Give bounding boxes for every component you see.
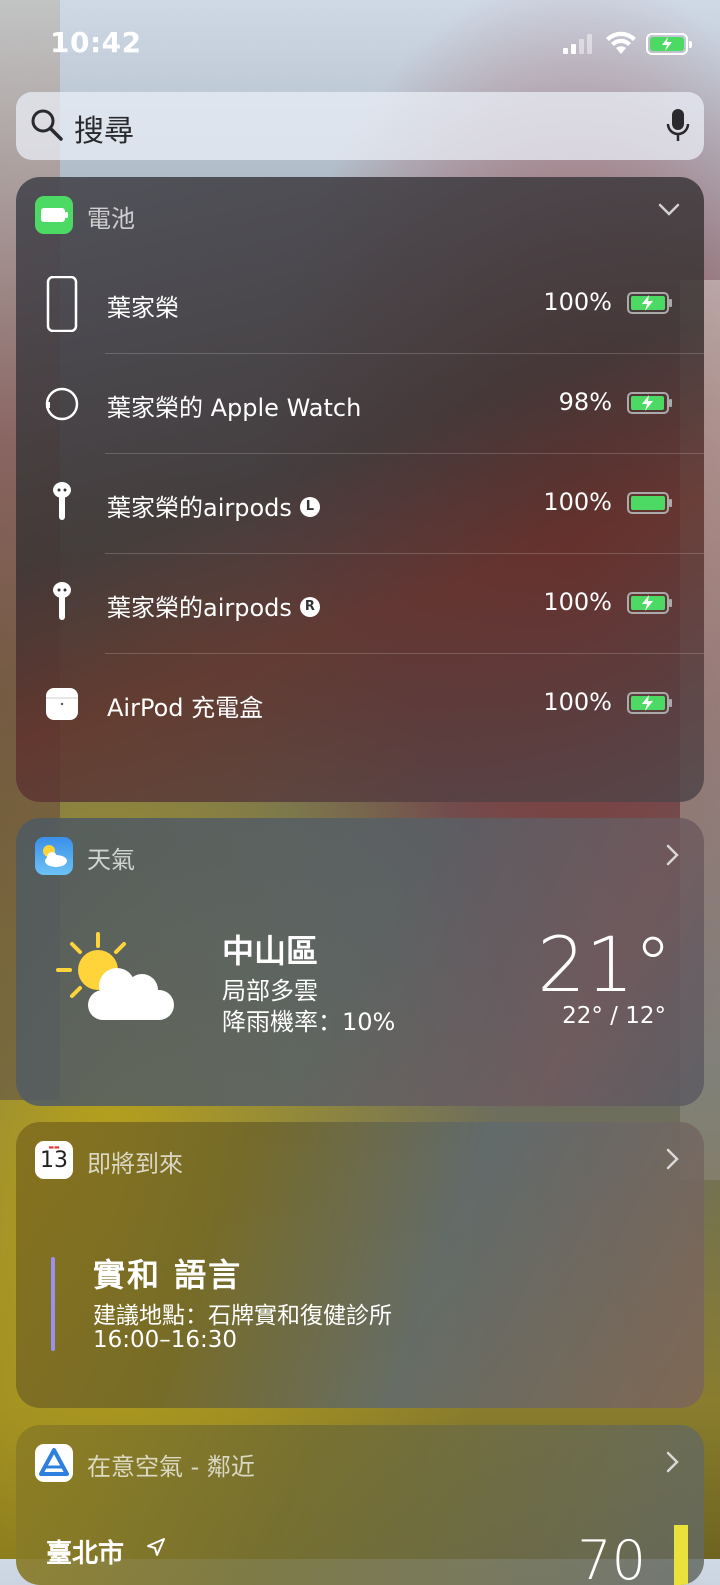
wifi-icon	[606, 31, 636, 54]
calendar-widget-header[interactable]: ▬▬ 13 即將到來	[16, 1122, 704, 1194]
device-name: 葉家榮的airpods L	[107, 488, 320, 523]
weather-widget[interactable]: 天氣 中山區 局部多雲 降雨機率：10% 21° 22° / 12°	[16, 818, 704, 1106]
search-icon	[31, 109, 63, 141]
device-name: AirPod 充電盒	[107, 694, 264, 722]
status-bar: 10:42	[0, 0, 720, 90]
weather-location: 中山區	[222, 932, 319, 970]
calendar-app-icon: ▬▬ 13	[35, 1141, 73, 1179]
battery-charging-icon	[627, 292, 672, 314]
battery-row: 葉家榮的 Apple Watch 98%	[16, 354, 704, 454]
air-app-icon	[35, 1444, 73, 1482]
chevron-down-icon[interactable]	[658, 203, 680, 217]
air-quality-widget[interactable]: 在意空氣 - 鄰近 臺北市 70	[16, 1425, 704, 1585]
status-time: 10:42	[50, 26, 142, 59]
right-badge: R	[299, 597, 320, 617]
airpod-left-icon	[53, 482, 71, 520]
battery-percent: 98%	[558, 388, 612, 416]
calendar-widget-title: 即將到來	[87, 1150, 183, 1178]
weather-widget-title: 天氣	[87, 846, 135, 874]
battery-charging-icon	[627, 392, 672, 414]
airpod-right-icon	[53, 582, 71, 620]
air-widget-title: 在意空氣 - 鄰近	[87, 1453, 255, 1481]
temperature-range: 22° / 12°	[562, 1003, 666, 1029]
rain-chance: 降雨機率：10%	[222, 1008, 396, 1036]
left-badge: L	[299, 497, 320, 517]
calendar-icon-day: 13	[40, 1148, 68, 1173]
device-name: 葉家榮	[107, 294, 179, 322]
microphone-icon[interactable]	[666, 108, 690, 144]
calendar-widget[interactable]: ▬▬ 13 即將到來 實和 語言 建議地點：石牌實和復健診所 16:00–16:…	[16, 1122, 704, 1408]
cellular-signal-icon	[563, 34, 595, 54]
chevron-right-icon[interactable]	[666, 1451, 680, 1473]
air-city: 臺北市	[46, 1539, 125, 1569]
event-time: 16:00–16:30	[93, 1327, 238, 1353]
battery-percent: 100%	[543, 288, 612, 316]
search-bar[interactable]: 搜尋	[16, 92, 704, 160]
battery-app-icon	[35, 196, 73, 234]
event-location: 建議地點：石牌實和復健診所	[93, 1303, 392, 1329]
battery-row: 葉家榮 100%	[16, 254, 704, 354]
apple-watch-icon	[45, 387, 79, 421]
airpod-case-icon	[46, 688, 78, 720]
battery-widget-header[interactable]: 電池	[16, 177, 704, 249]
air-widget-header[interactable]: 在意空氣 - 鄰近	[16, 1425, 704, 1497]
location-arrow-icon	[147, 1538, 165, 1556]
weather-condition: 局部多雲	[222, 977, 318, 1005]
battery-percent: 100%	[543, 588, 612, 616]
chevron-right-icon[interactable]	[666, 844, 680, 866]
battery-widget: 電池 葉家榮 100% 葉家榮的 Apple Watch 98% 葉家榮的air…	[16, 177, 704, 802]
battery-full-icon	[627, 492, 672, 514]
device-name: 葉家榮的 Apple Watch	[107, 394, 362, 422]
battery-charging-icon	[627, 692, 672, 714]
iphone-icon	[46, 276, 78, 332]
battery-row: AirPod 充電盒 100%	[16, 654, 704, 754]
battery-row: 葉家榮的airpods L 100%	[16, 454, 704, 554]
event-title[interactable]: 實和 語言	[93, 1250, 242, 1296]
battery-charging-icon	[627, 592, 672, 614]
battery-row: 葉家榮的airpods R 100%	[16, 554, 704, 654]
air-quality-indicator	[674, 1525, 688, 1585]
current-temperature: 21°	[537, 920, 672, 1009]
battery-percent: 100%	[543, 688, 612, 716]
device-name: 葉家榮的airpods R	[107, 588, 320, 623]
status-battery-icon	[646, 33, 692, 55]
battery-widget-title: 電池	[87, 205, 135, 233]
weather-app-icon	[35, 837, 73, 875]
search-placeholder: 搜尋	[74, 114, 134, 149]
air-quality-value: 70	[577, 1529, 646, 1585]
weather-widget-header[interactable]: 天氣	[16, 818, 704, 890]
event-color-bar	[51, 1257, 55, 1351]
battery-percent: 100%	[543, 488, 612, 516]
chevron-right-icon[interactable]	[666, 1148, 680, 1170]
partly-cloudy-icon	[56, 932, 174, 1020]
